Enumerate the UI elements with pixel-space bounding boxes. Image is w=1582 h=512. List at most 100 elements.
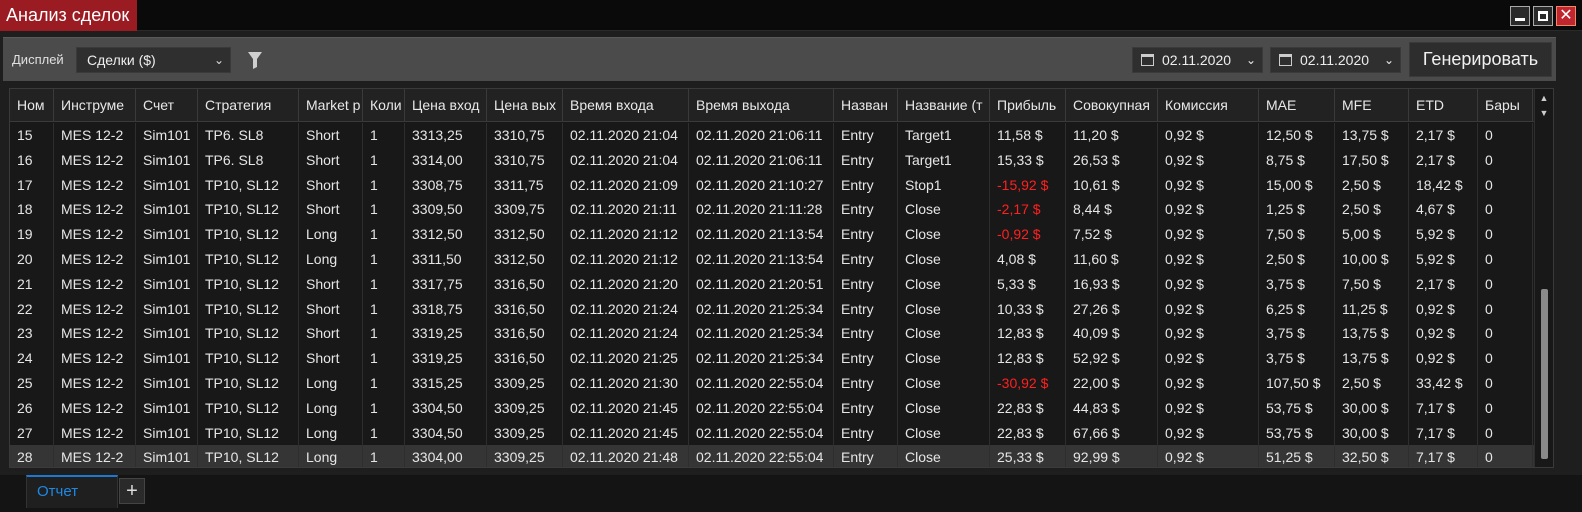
- minimize-button[interactable]: [1510, 6, 1530, 26]
- column-header-number[interactable]: Ном: [10, 89, 54, 122]
- tab-report[interactable]: Отчет: [26, 475, 118, 508]
- column-header-etd[interactable]: ETD: [1409, 89, 1478, 122]
- cell-etd: 2,17 $: [1409, 123, 1478, 148]
- cell-entry-time: 02.11.2020 21:12: [563, 246, 689, 272]
- column-header-exit-name[interactable]: Название (т: [898, 89, 990, 122]
- cell-entry-name: Entry: [834, 445, 898, 467]
- cell-entry-price: 3314,00: [405, 147, 487, 173]
- table-row[interactable]: 24 MES 12-2 Sim101 TP10, SL12 Short 1 3319,25 3…: [10, 346, 1534, 371]
- window-title: Анализ сделок: [0, 0, 138, 31]
- cell-cumulative: 10,61 $: [1066, 172, 1158, 198]
- cell-exit-name: Close: [898, 222, 990, 247]
- date-from-picker[interactable]: 02.11.2020 ⌄: [1132, 47, 1263, 73]
- table-row[interactable]: 25 MES 12-2 Sim101 TP10, SL12 Long 1 3315,25 33…: [10, 370, 1534, 396]
- column-header-commission[interactable]: Комиссия: [1158, 89, 1259, 122]
- table-row[interactable]: 28 MES 12-2 Sim101 TP10, SL12 Long 1 3304,00 33…: [10, 445, 1534, 467]
- column-header-quantity[interactable]: Коли: [363, 89, 405, 122]
- display-select-value: Сделки ($): [87, 52, 156, 68]
- column-header-market-position[interactable]: Market p: [299, 89, 363, 122]
- minimize-icon: [1515, 18, 1525, 21]
- filter-icon[interactable]: [247, 50, 263, 70]
- cell-account: Sim101: [136, 222, 198, 247]
- grid-header: Ном Инструме Счет Стратегия Market p Коли Цена…: [10, 89, 1534, 122]
- cell-entry-price: 3308,75: [405, 172, 487, 198]
- table-row[interactable]: 26 MES 12-2 Sim101 TP10, SL12 Long 1 3304,50 33…: [10, 395, 1534, 421]
- column-header-entry-name[interactable]: Назван: [834, 89, 898, 122]
- cell-bars: 0: [1478, 172, 1533, 198]
- cell-etd: 4,67 $: [1409, 197, 1478, 223]
- cell-bars: 0: [1478, 123, 1533, 148]
- table-row[interactable]: 15 MES 12-2 Sim101 TP6. SL8 Short 1 3313,25 331…: [10, 123, 1534, 148]
- cell-profit: 10,33 $: [990, 296, 1066, 322]
- column-header-exit-price[interactable]: Цена вых: [487, 89, 563, 122]
- column-header-exit-time[interactable]: Время выхода: [689, 89, 834, 122]
- cell-bars: 0: [1478, 246, 1533, 272]
- column-header-entry-price[interactable]: Цена вход: [405, 89, 487, 122]
- column-header-mfe[interactable]: MFE: [1335, 89, 1409, 122]
- scroll-up-icon[interactable]: ▲: [1535, 89, 1553, 107]
- cell-instrument: MES 12-2: [54, 246, 136, 272]
- tab-bar: Отчет +: [0, 475, 1582, 512]
- column-header-instrument[interactable]: Инструме: [54, 89, 136, 122]
- cell-exit-price: 3310,75: [487, 123, 563, 148]
- cell-etd: 0,92 $: [1409, 346, 1478, 371]
- table-row[interactable]: 16 MES 12-2 Sim101 TP6. SL8 Short 1 3314,00 331…: [10, 147, 1534, 173]
- cell-mae: 7,50 $: [1259, 222, 1335, 247]
- cell-market-position: Long: [299, 395, 363, 421]
- cell-number: 15: [10, 123, 54, 148]
- cell-mae: 3,75 $: [1259, 271, 1335, 297]
- display-select[interactable]: Сделки ($) ⌄: [76, 47, 231, 73]
- cell-account: Sim101: [136, 296, 198, 322]
- add-tab-button[interactable]: +: [119, 478, 145, 504]
- column-header-entry-time[interactable]: Время входа: [563, 89, 689, 122]
- close-button[interactable]: ✕: [1556, 6, 1576, 26]
- column-header-account[interactable]: Счет: [136, 89, 198, 122]
- scrollbar-thumb[interactable]: [1541, 289, 1548, 459]
- cell-strategy: TP10, SL12: [198, 197, 299, 223]
- cell-instrument: MES 12-2: [54, 395, 136, 421]
- cell-market-position: Short: [299, 172, 363, 198]
- cell-quantity: 1: [363, 147, 405, 173]
- cell-profit: 12,83 $: [990, 346, 1066, 371]
- cell-cumulative: 22,00 $: [1066, 370, 1158, 396]
- cell-exit-price: 3309,75: [487, 197, 563, 223]
- cell-bars: 0: [1478, 395, 1533, 421]
- cell-mae: 2,50 $: [1259, 246, 1335, 272]
- cell-instrument: MES 12-2: [54, 370, 136, 396]
- maximize-button[interactable]: [1533, 6, 1553, 26]
- table-row[interactable]: 19 MES 12-2 Sim101 TP10, SL12 Long 1 3312,50 33…: [10, 222, 1534, 247]
- column-header-mae[interactable]: MAE: [1259, 89, 1335, 122]
- cell-entry-price: 3309,50: [405, 197, 487, 223]
- column-header-bars[interactable]: Бары: [1478, 89, 1533, 122]
- table-row[interactable]: 21 MES 12-2 Sim101 TP10, SL12 Short 1 3317,75 3…: [10, 271, 1534, 297]
- table-row[interactable]: 17 MES 12-2 Sim101 TP10, SL12 Short 1 3308,75 3…: [10, 172, 1534, 198]
- scroll-down-icon[interactable]: ▼: [1535, 106, 1553, 120]
- cell-mae: 12,50 $: [1259, 123, 1335, 148]
- cell-profit: 12,83 $: [990, 321, 1066, 347]
- cell-account: Sim101: [136, 271, 198, 297]
- cell-exit-name: Close: [898, 420, 990, 446]
- column-header-profit[interactable]: Прибыль: [990, 89, 1066, 122]
- cell-profit: 22,83 $: [990, 420, 1066, 446]
- cell-entry-time: 02.11.2020 21:45: [563, 420, 689, 446]
- cell-exit-name: Stop1: [898, 172, 990, 198]
- column-header-cumulative[interactable]: Совокупная: [1066, 89, 1158, 122]
- cell-mae: 6,25 $: [1259, 296, 1335, 322]
- date-to-picker[interactable]: 02.11.2020 ⌄: [1270, 47, 1401, 73]
- display-label: Дисплей: [12, 52, 64, 67]
- cell-strategy: TP10, SL12: [198, 370, 299, 396]
- cell-exit-name: Close: [898, 296, 990, 322]
- cell-exit-time: 02.11.2020 22:55:04: [689, 420, 834, 446]
- cell-exit-time: 02.11.2020 22:55:04: [689, 370, 834, 396]
- generate-button[interactable]: Генерировать: [1409, 42, 1552, 77]
- cell-commission: 0,92 $: [1158, 147, 1259, 173]
- table-row[interactable]: 18 MES 12-2 Sim101 TP10, SL12 Short 1 3309,50 3…: [10, 197, 1534, 223]
- table-row[interactable]: 20 MES 12-2 Sim101 TP10, SL12 Long 1 3311,50 33…: [10, 246, 1534, 272]
- vertical-scrollbar[interactable]: ▲ ▼: [1534, 89, 1553, 467]
- cell-entry-price: 3319,25: [405, 321, 487, 347]
- cell-account: Sim101: [136, 321, 198, 347]
- column-header-strategy[interactable]: Стратегия: [198, 89, 299, 122]
- table-row[interactable]: 22 MES 12-2 Sim101 TP10, SL12 Short 1 3318,75 3…: [10, 296, 1534, 322]
- table-row[interactable]: 23 MES 12-2 Sim101 TP10, SL12 Short 1 3319,25 3…: [10, 321, 1534, 347]
- table-row[interactable]: 27 MES 12-2 Sim101 TP10, SL12 Long 1 3304,50 33…: [10, 420, 1534, 446]
